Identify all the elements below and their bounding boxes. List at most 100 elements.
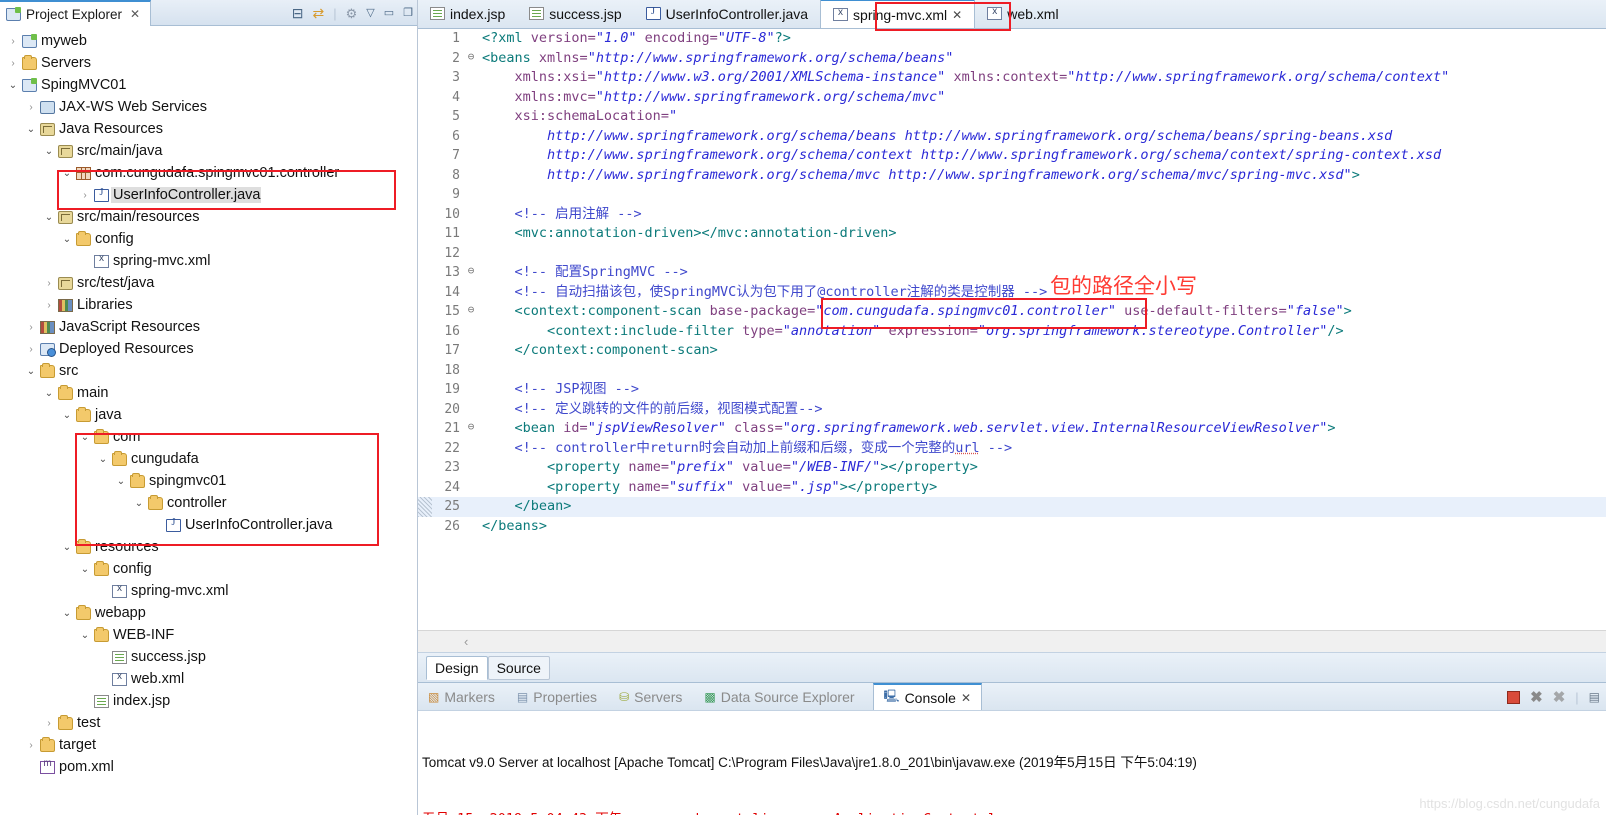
- chevron-down-icon[interactable]: ⌄: [6, 80, 20, 91]
- code-line[interactable]: 15 ⊖ <context:component-scan base-package…: [418, 302, 1606, 322]
- tree-item-spring-mvc-xml[interactable]: spring-mvc.xml: [0, 580, 417, 602]
- tree-item-javascript-resources[interactable]: › JavaScript Resources: [0, 316, 417, 338]
- code-line[interactable]: 16 <context:include-filter type="annotat…: [418, 322, 1606, 342]
- tree-item-test[interactable]: › test: [0, 712, 417, 734]
- view-tab-markers[interactable]: ▧ Markers: [424, 683, 499, 711]
- fold-collapse-icon[interactable]: ⊖: [465, 304, 477, 316]
- tree-item-java-resources[interactable]: ⌄ Java Resources: [0, 118, 417, 140]
- chevron-right-icon[interactable]: ›: [6, 36, 20, 47]
- chevron-down-icon[interactable]: ⌄: [60, 542, 74, 553]
- view-tab-servers[interactable]: ⛁ Servers: [615, 683, 686, 711]
- view-tab-console[interactable]: 🖳 Console ✕: [872, 682, 982, 711]
- tree-item-resources[interactable]: ⌄ resources: [0, 536, 417, 558]
- tree-item-src-main-java[interactable]: ⌄ src/main/java: [0, 140, 417, 162]
- tree-item-main[interactable]: ⌄ main: [0, 382, 417, 404]
- chevron-down-icon[interactable]: ⌄: [60, 234, 74, 245]
- tree-item-src-test-java[interactable]: › src/test/java: [0, 272, 417, 294]
- chevron-down-icon[interactable]: ⌄: [42, 212, 56, 223]
- tab-design[interactable]: Design: [426, 655, 488, 680]
- close-icon[interactable]: ✕: [130, 7, 140, 21]
- tree-item-src-main-resources[interactable]: ⌄ src/main/resources: [0, 206, 417, 228]
- tree-item-controller[interactable]: ⌄ controller: [0, 492, 417, 514]
- code-line[interactable]: 21 ⊖ <bean id="jspViewResolver" class="or…: [418, 419, 1606, 439]
- tree-item-pom-xml[interactable]: pom.xml: [0, 756, 417, 778]
- chevron-right-icon[interactable]: ›: [42, 278, 56, 289]
- chevron-down-icon[interactable]: ⌄: [78, 564, 92, 575]
- editor-tab-index-jsp[interactable]: index.jsp: [418, 0, 517, 28]
- close-icon[interactable]: ✕: [961, 691, 971, 705]
- tree-item-deployed-resources[interactable]: › Deployed Resources: [0, 338, 417, 360]
- tree-item-web-inf[interactable]: ⌄ WEB-INF: [0, 624, 417, 646]
- code-line[interactable]: 26 </beans>: [418, 517, 1606, 537]
- tab-project-explorer[interactable]: Project Explorer ✕: [0, 0, 152, 26]
- code-line[interactable]: 22 <!-- controller中return时会自动加上前缀和后缀，变成一…: [418, 439, 1606, 459]
- chevron-right-icon[interactable]: ›: [42, 718, 56, 729]
- close-icon[interactable]: ✕: [952, 8, 962, 22]
- tree-item-userinfocontroller-java[interactable]: › UserInfoController.java: [0, 184, 417, 206]
- remove-launch-icon[interactable]: ✖: [1530, 688, 1543, 706]
- code-line[interactable]: 20 <!-- 定义跳转的文件的前后缀，视图模式配置-->: [418, 400, 1606, 420]
- tree-item-spingmvc01[interactable]: ⌄ spingmvc01: [0, 470, 417, 492]
- tree-item-target[interactable]: › target: [0, 734, 417, 756]
- editor-tab-userinfocontroller-java[interactable]: UserInfoController.java: [634, 0, 820, 28]
- chevron-down-icon[interactable]: ⌄: [42, 146, 56, 157]
- code-line[interactable]: 2 ⊖ <beans xmlns="http://www.springframewo…: [418, 49, 1606, 69]
- tree-item-userinfocontroller-java[interactable]: UserInfoController.java: [0, 514, 417, 536]
- fold-collapse-icon[interactable]: ⊖: [465, 421, 477, 433]
- code-line[interactable]: 3 xmlns:xsi="http://www.w3.org/2001/XMLS…: [418, 68, 1606, 88]
- chevron-down-icon[interactable]: ⌄: [60, 168, 74, 179]
- chevron-right-icon[interactable]: ›: [24, 740, 38, 751]
- tree-item-java[interactable]: ⌄ java: [0, 404, 417, 426]
- project-tree[interactable]: › myweb › Servers ⌄ SpingMVC01 › JAX-WS Web Ser…: [0, 26, 417, 815]
- chevron-down-icon[interactable]: ⌄: [24, 366, 38, 377]
- code-line[interactable]: 7 http://www.springframework.org/schema/…: [418, 146, 1606, 166]
- code-line[interactable]: 24 <property name="suffix" value=".jsp">…: [418, 478, 1606, 498]
- chevron-down-icon[interactable]: ⌄: [24, 124, 38, 135]
- tree-item-cungudafa[interactable]: ⌄ cungudafa: [0, 448, 417, 470]
- tree-item-com[interactable]: ⌄ com: [0, 426, 417, 448]
- editor-tab-web-xml[interactable]: web.xml: [975, 0, 1070, 28]
- editor-tab-success-jsp[interactable]: success.jsp: [517, 0, 633, 28]
- chevron-down-icon[interactable]: ⌄: [78, 432, 92, 443]
- link-with-editor-icon[interactable]: ⇄: [312, 6, 324, 20]
- code-line[interactable]: 4 xmlns:mvc="http://www.springframework.…: [418, 88, 1606, 108]
- code-line[interactable]: 8 http://www.springframework.org/schema/…: [418, 166, 1606, 186]
- tree-item-myweb[interactable]: › myweb: [0, 30, 417, 52]
- code-line[interactable]: 5 xsi:schemaLocation=": [418, 107, 1606, 127]
- tree-item-src[interactable]: ⌄ src: [0, 360, 417, 382]
- code-line[interactable]: 11 <mvc:annotation-driven></mvc:annotati…: [418, 224, 1606, 244]
- tree-item-servers[interactable]: › Servers: [0, 52, 417, 74]
- tree-item-web-xml[interactable]: web.xml: [0, 668, 417, 690]
- code-line[interactable]: 10 <!-- 启用注解 -->: [418, 205, 1606, 225]
- tree-item-success-jsp[interactable]: success.jsp: [0, 646, 417, 668]
- xml-source-editor[interactable]: 1 <?xml version="1.0" encoding="UTF-8"?> 2…: [418, 29, 1606, 630]
- code-line[interactable]: 17 </context:component-scan>: [418, 341, 1606, 361]
- tree-item-spring-mvc-xml[interactable]: spring-mvc.xml: [0, 250, 417, 272]
- editor-tab-spring-mvc-xml[interactable]: spring-mvc.xml ✕: [820, 0, 976, 28]
- chevron-down-icon[interactable]: ⌄: [78, 630, 92, 641]
- fold-collapse-icon[interactable]: ⊖: [465, 50, 477, 63]
- tree-item-spingmvc01[interactable]: ⌄ SpingMVC01: [0, 74, 417, 96]
- open-console-icon[interactable]: ▤: [1589, 690, 1600, 704]
- console-view[interactable]: Tomcat v9.0 Server at localhost [Apache …: [418, 710, 1606, 815]
- chevron-right-icon[interactable]: ›: [42, 300, 56, 311]
- remove-all-terminated-icon[interactable]: ✖: [1553, 688, 1566, 706]
- chevron-down-icon[interactable]: ⌄: [114, 476, 128, 487]
- chevron-right-icon[interactable]: ›: [78, 190, 92, 201]
- code-line[interactable]: 6 http://www.springframework.org/schema/…: [418, 127, 1606, 147]
- chevron-down-icon[interactable]: ▽: [366, 7, 374, 19]
- chevron-right-icon[interactable]: ›: [24, 102, 38, 113]
- tab-source[interactable]: Source: [487, 655, 550, 680]
- code-line[interactable]: 18: [418, 361, 1606, 381]
- chevron-down-icon[interactable]: ⌄: [96, 454, 110, 465]
- fold-collapse-icon[interactable]: ⊖: [465, 265, 477, 277]
- view-tab-properties[interactable]: ▤ Properties: [513, 683, 601, 711]
- chevron-right-icon[interactable]: ›: [24, 344, 38, 355]
- maximize-icon[interactable]: ❐: [403, 7, 413, 19]
- tree-item-com-cungudafa-spingmvc01-controller[interactable]: ⌄ com.cungudafa.spingmvc01.controller: [0, 162, 417, 184]
- tree-item-config[interactable]: ⌄ config: [0, 228, 417, 250]
- tree-item-config[interactable]: ⌄ config: [0, 558, 417, 580]
- tree-item-webapp[interactable]: ⌄ webapp: [0, 602, 417, 624]
- code-line[interactable]: 13 ⊖ <!-- 配置SpringMVC -->: [418, 263, 1606, 283]
- code-line[interactable]: 1 <?xml version="1.0" encoding="UTF-8"?>: [418, 29, 1606, 49]
